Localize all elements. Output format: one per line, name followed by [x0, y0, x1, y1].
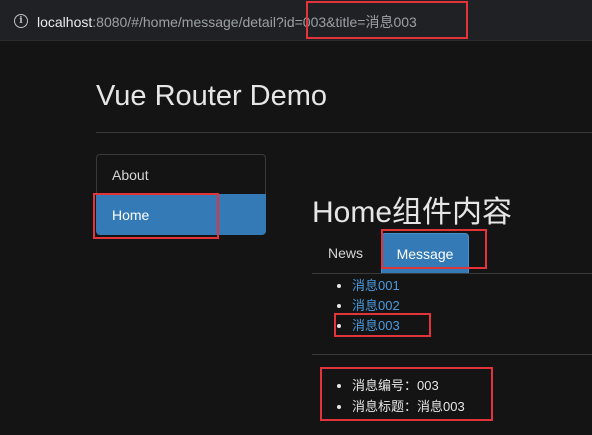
url-path: :8080/#/home/message/detail?id=003&title…: [92, 14, 417, 30]
sidebar-nav: About Home: [96, 154, 266, 235]
tabs-divider: [312, 273, 592, 274]
list-item: 消息001: [352, 276, 400, 296]
detail-title: 消息标题：消息003: [352, 396, 465, 417]
sidebar-item-about[interactable]: About: [96, 154, 266, 195]
url-host: localhost: [37, 14, 93, 30]
detail-divider: [312, 354, 592, 355]
sidebar-item-home[interactable]: Home: [96, 194, 266, 235]
header-divider: [96, 132, 592, 133]
message-link-002[interactable]: 消息002: [352, 298, 400, 313]
list-item: 消息002: [352, 296, 400, 316]
message-link-003[interactable]: 消息003: [352, 318, 400, 333]
list-item: 消息003: [352, 316, 400, 336]
address-bar[interactable]: i localhost:8080/#/home/message/detail?i…: [0, 0, 592, 41]
home-tabs: News Message: [312, 233, 592, 273]
message-detail: 消息编号：003 消息标题：消息003: [312, 375, 465, 417]
info-icon[interactable]: i: [14, 14, 28, 28]
detail-id: 消息编号：003: [352, 375, 465, 396]
url-field[interactable]: localhost:8080/#/home/message/detail?id=…: [37, 12, 417, 32]
message-link-001[interactable]: 消息001: [352, 278, 400, 293]
tab-news[interactable]: News: [312, 233, 379, 273]
tab-message[interactable]: Message: [381, 233, 469, 273]
home-title: Home组件内容: [312, 196, 513, 229]
message-list: 消息001 消息002 消息003: [312, 276, 400, 336]
app-title: Vue Router Demo: [96, 80, 328, 112]
page: i localhost:8080/#/home/message/detail?i…: [0, 0, 592, 435]
